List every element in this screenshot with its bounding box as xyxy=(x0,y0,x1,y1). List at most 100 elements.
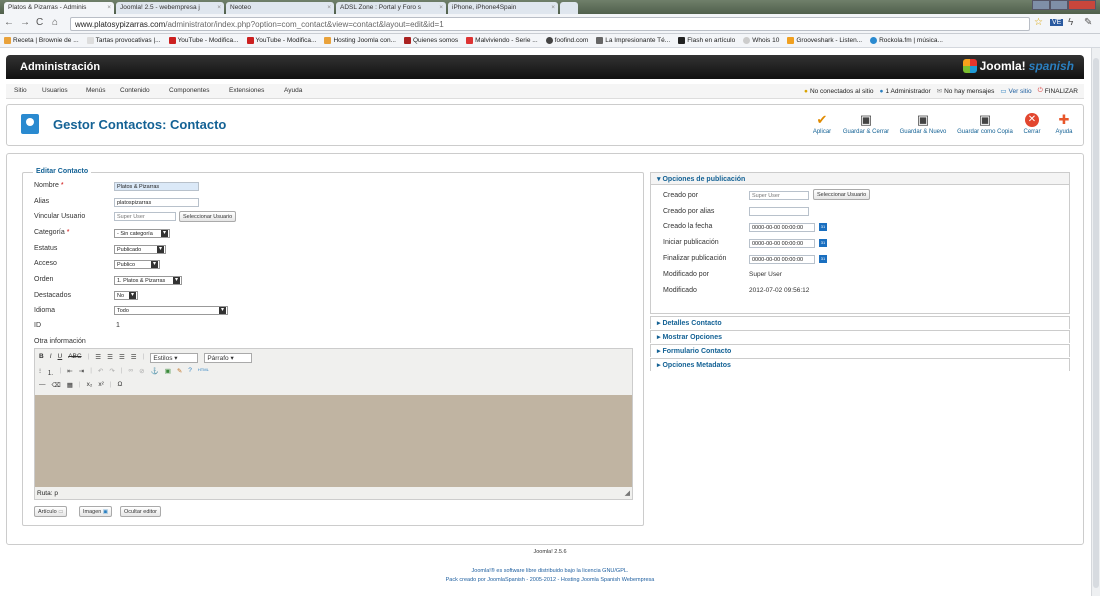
strikethrough-icon[interactable]: ABC xyxy=(68,353,81,363)
panel-opciones-metadatos[interactable]: ▸ Opciones Metadatos xyxy=(650,358,1070,371)
bookmark-star-icon[interactable]: ☆ xyxy=(1034,17,1043,28)
bookmark-item[interactable]: foofind.com xyxy=(545,36,588,45)
bookmark-item[interactable]: Whois 10 xyxy=(743,36,779,45)
featured-select[interactable]: No xyxy=(114,291,138,300)
numbered-list-icon[interactable]: ⒈ xyxy=(47,367,54,377)
panel-formulario-contacto[interactable]: ▸ Formulario Contacto xyxy=(650,344,1070,357)
special-char-icon[interactable]: Ω xyxy=(117,381,122,389)
resize-handle-icon[interactable]: ◢ xyxy=(625,489,630,497)
footer-pack[interactable]: Pack creado por JoomlaSpanish - 2005-201… xyxy=(0,577,1100,583)
new-tab-button[interactable] xyxy=(560,2,578,14)
close-tab-icon[interactable]: × xyxy=(217,4,221,11)
article-button[interactable]: Artículo ▭ xyxy=(34,506,68,517)
created-alias-input[interactable] xyxy=(749,207,809,216)
styles-select[interactable]: Estilos ▾ xyxy=(150,353,199,363)
extension-icon[interactable]: VE xyxy=(1050,19,1064,26)
toggle-editor-button[interactable]: Ocultar editor xyxy=(120,506,162,517)
bookmark-item[interactable]: Receta | Brownie de ... xyxy=(4,36,79,45)
image-button[interactable]: Imagen ▣ xyxy=(79,506,113,517)
remove-format-icon[interactable]: ⌫ xyxy=(52,381,61,389)
bookmark-item[interactable]: Rockola.fm | música... xyxy=(870,36,943,45)
page-scrollbar[interactable] xyxy=(1091,48,1100,596)
image-icon[interactable]: ▣ xyxy=(165,367,171,377)
bookmark-item[interactable]: YouTube - Modifica... xyxy=(168,36,239,45)
browser-tab-active[interactable]: Platos & Pizarras - Adminis × xyxy=(4,2,114,14)
calendar-icon[interactable]: 31 xyxy=(819,239,827,247)
close-tab-icon[interactable]: × xyxy=(439,4,443,11)
messages-status[interactable]: ✉ No hay mensajes xyxy=(937,87,995,96)
calendar-icon[interactable]: 31 xyxy=(819,223,827,231)
visual-aid-icon[interactable]: ▦ xyxy=(67,381,73,389)
status-select[interactable]: Publicado xyxy=(114,245,166,254)
access-select[interactable]: Publico xyxy=(114,260,160,269)
menu-item-usuarios[interactable]: Usuarios xyxy=(42,87,68,94)
save-new-button[interactable]: ▣ Guardar & Nuevo xyxy=(897,113,949,136)
anchor-icon[interactable]: ⚓ xyxy=(151,367,159,377)
menu-item-contenido[interactable]: Contenido xyxy=(120,87,150,94)
back-icon[interactable]: ← xyxy=(4,17,14,28)
bookmark-item[interactable]: Flash en artículo xyxy=(678,36,735,45)
link-icon[interactable]: ∞ xyxy=(129,367,134,377)
indent-icon[interactable]: ⇥ xyxy=(79,367,84,377)
superscript-icon[interactable]: x² xyxy=(98,381,103,389)
logout-link[interactable]: ⏻ FINALIZAR xyxy=(1038,87,1078,95)
url-input[interactable]: www.platosypizarras.com/administrator/in… xyxy=(70,17,1030,31)
align-left-icon[interactable]: ☰ xyxy=(95,353,101,363)
align-right-icon[interactable]: ☰ xyxy=(119,353,125,363)
browser-tab[interactable]: iPhone, iPhone4Spain × xyxy=(448,2,558,14)
bookmark-item[interactable]: YouTube - Modifica... xyxy=(246,36,316,45)
browser-tab[interactable]: Joomla! 2.5 - webempresa j × xyxy=(116,2,224,14)
editor-text-area[interactable] xyxy=(35,395,632,487)
home-icon[interactable]: ⌂ xyxy=(52,17,58,28)
bookmark-item[interactable]: La Impresionante Té... xyxy=(596,36,670,45)
save-copy-button[interactable]: ▣ Guardar como Copia xyxy=(953,113,1017,136)
panel-mostrar-opciones[interactable]: ▸ Mostrar Opciones xyxy=(650,330,1070,343)
close-window-icon[interactable] xyxy=(1068,0,1096,10)
bookmark-item[interactable]: Quienes somos xyxy=(403,36,458,45)
bookmark-item[interactable]: Tartas provocativas |... xyxy=(86,36,161,45)
menu-item-extensiones[interactable]: Extensiones xyxy=(229,87,264,94)
calendar-icon[interactable]: 31 xyxy=(819,255,827,263)
bookmark-item[interactable]: Malviviendo - Serie ... xyxy=(466,36,538,45)
save-close-button[interactable]: ▣ Guardar & Cerrar xyxy=(839,113,893,136)
help-icon[interactable]: ? xyxy=(188,367,192,377)
browser-tab[interactable]: Neoteo × xyxy=(226,2,334,14)
align-justify-icon[interactable]: ☰ xyxy=(131,353,137,363)
view-site-link[interactable]: ▭ Ver sitio xyxy=(1000,87,1031,96)
footer-license[interactable]: Joomla!® es software libre distribuido b… xyxy=(0,568,1100,574)
bookmark-item[interactable]: Hosting Joomla con... xyxy=(324,36,396,45)
subscript-icon[interactable]: x₂ xyxy=(87,381,93,389)
maximize-icon[interactable] xyxy=(1050,0,1068,10)
select-user-button[interactable]: Seleccionar Usuario xyxy=(179,211,237,222)
underline-icon[interactable]: U xyxy=(58,353,63,363)
alias-input[interactable]: platospizarras xyxy=(114,198,199,207)
bold-icon[interactable]: B xyxy=(39,353,44,363)
html-icon[interactable]: HTML xyxy=(198,367,209,377)
publishing-panel-header[interactable]: ▾ Opciones de publicación xyxy=(651,173,1069,185)
cleanup-icon[interactable]: ✎ xyxy=(177,367,182,377)
horizontal-rule-icon[interactable]: — xyxy=(39,381,46,389)
browser-tab[interactable]: ADSL Zone : Portal y Foro s × xyxy=(336,2,446,14)
user-input[interactable]: Super User xyxy=(114,212,176,221)
menu-item-ayuda[interactable]: Ayuda xyxy=(284,87,302,94)
reload-icon[interactable]: C xyxy=(36,17,43,28)
name-input[interactable]: Platos & Pizarras xyxy=(114,182,199,191)
publish-down-input[interactable]: 0000-00-00 00:00:00 xyxy=(749,255,815,264)
italic-icon[interactable]: I xyxy=(50,353,52,363)
close-button[interactable]: ✕ Cerrar xyxy=(1019,113,1045,135)
bullet-list-icon[interactable]: ⁝ xyxy=(39,367,41,377)
help-button[interactable]: ✚ Ayuda xyxy=(1051,113,1077,136)
menu-item-componentes[interactable]: Componentes xyxy=(169,87,209,94)
category-select[interactable]: - Sin categoría xyxy=(114,229,170,238)
redo-icon[interactable]: ↷ xyxy=(109,367,114,377)
select-created-by-button[interactable]: Seleccionar Usuario xyxy=(813,189,871,200)
scrollbar-thumb[interactable] xyxy=(1093,58,1099,588)
format-select[interactable]: Párrafo ▾ xyxy=(204,353,253,363)
outdent-icon[interactable]: ⇤ xyxy=(67,367,72,377)
panel-detalles-contacto[interactable]: ▸ Detalles Contacto xyxy=(650,316,1070,329)
undo-icon[interactable]: ↶ xyxy=(98,367,103,377)
menu-item-sitio[interactable]: Sitio xyxy=(14,87,27,94)
wrench-icon[interactable]: ✎ xyxy=(1084,17,1092,28)
menu-item-menus[interactable]: Menús xyxy=(86,87,106,94)
flash-icon[interactable]: ϟ xyxy=(1068,17,1073,28)
